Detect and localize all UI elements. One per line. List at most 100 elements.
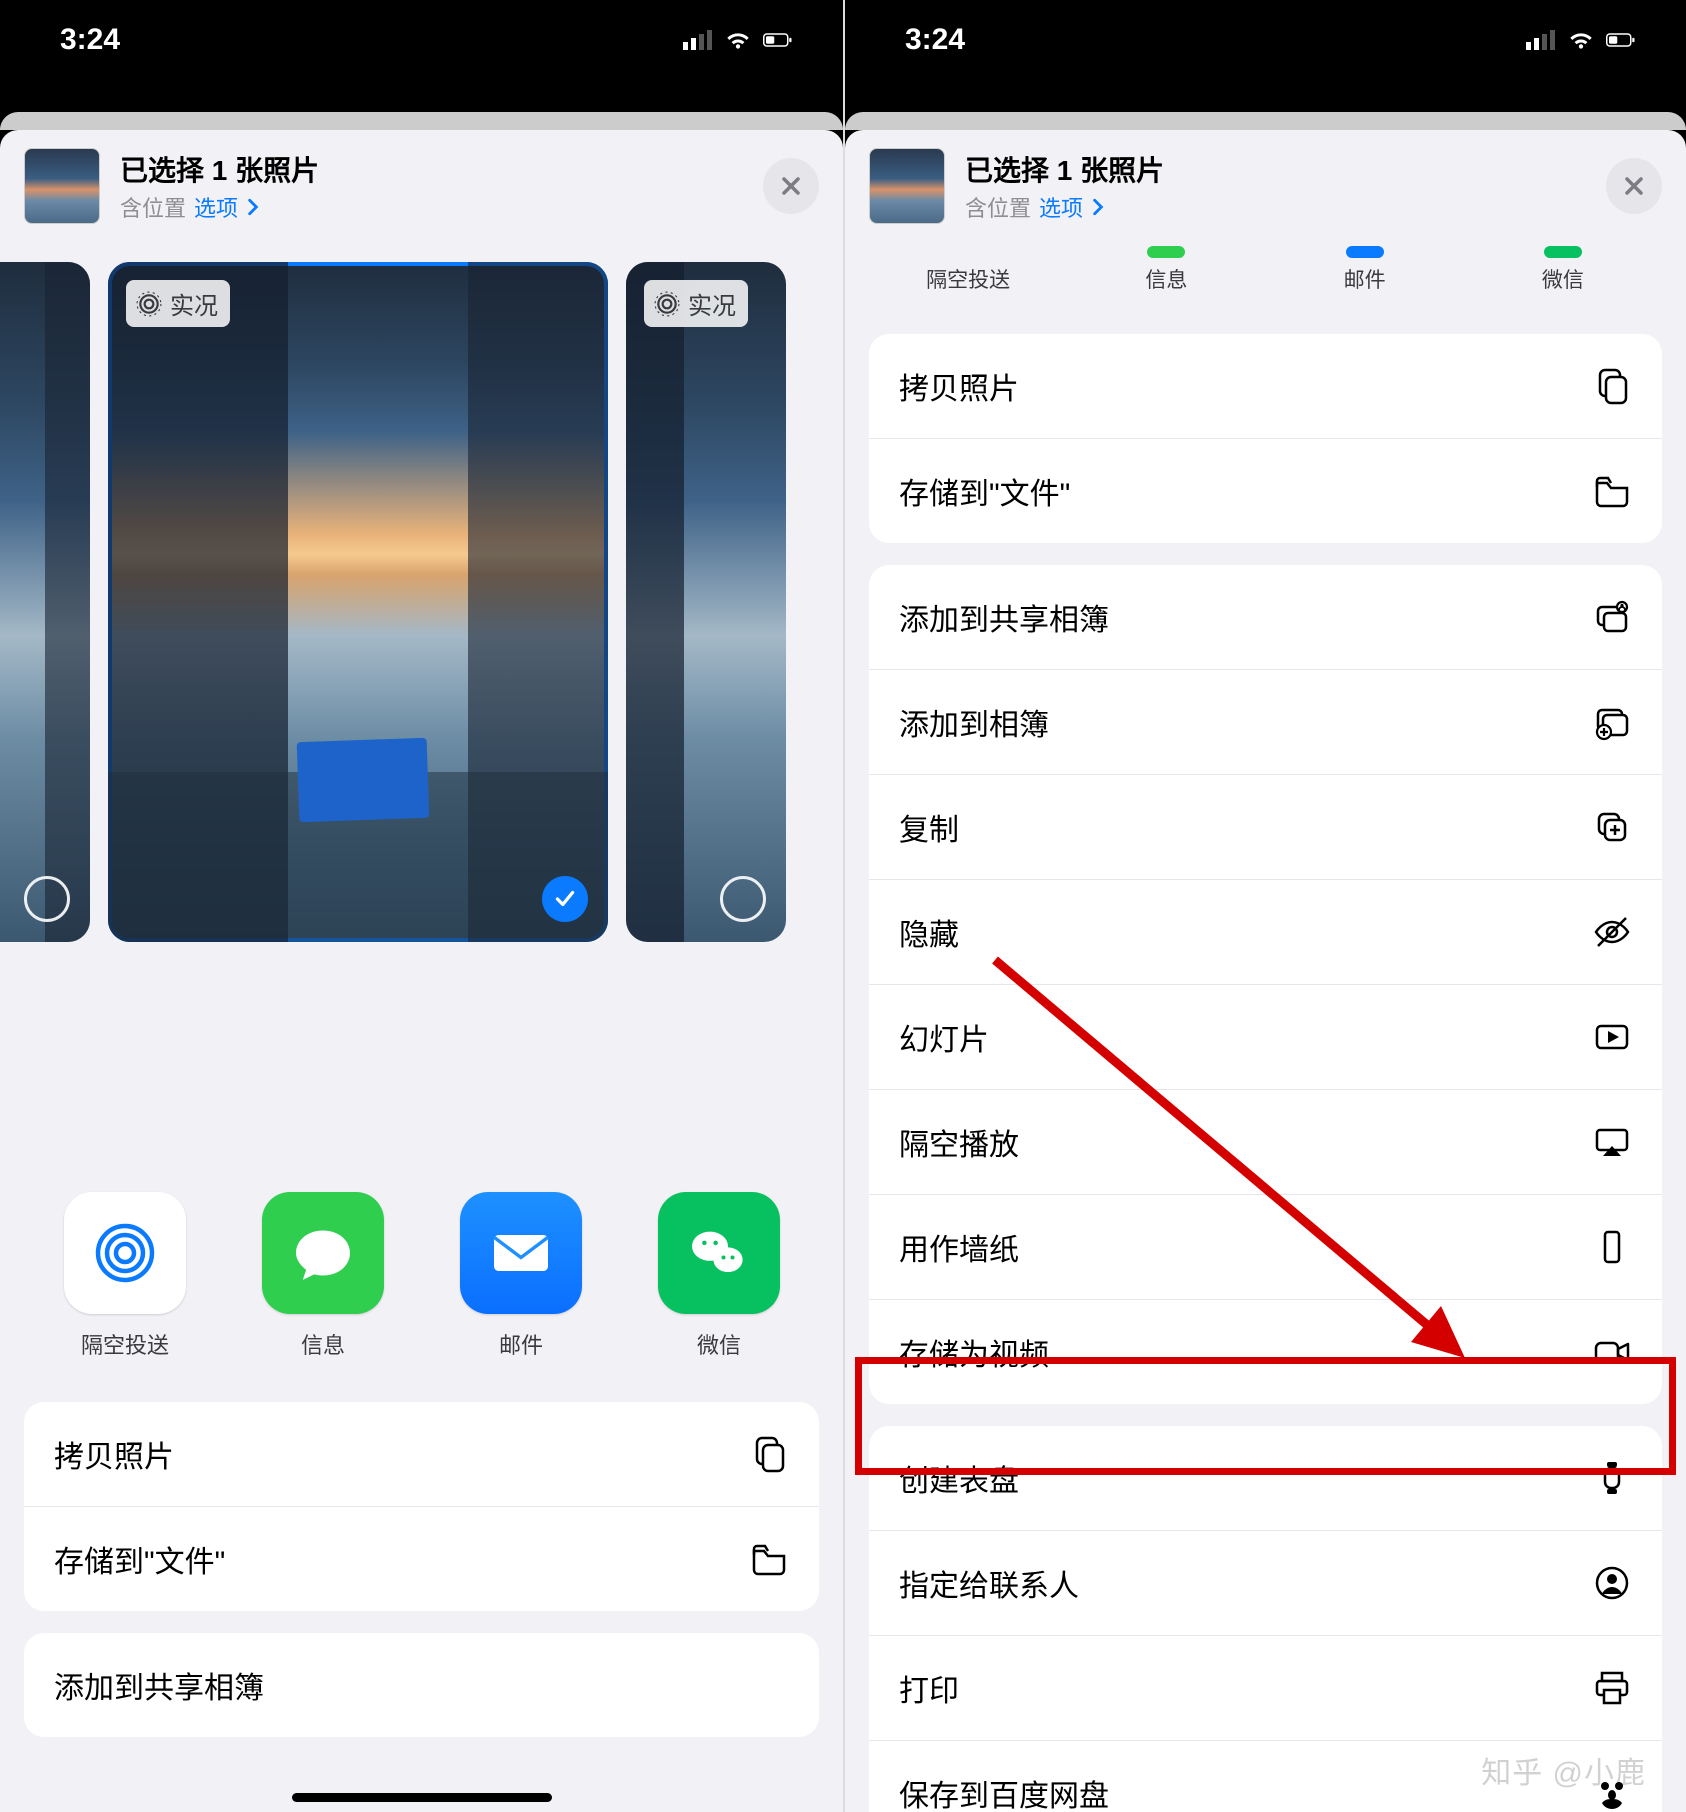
action-watch[interactable]: 创建表盘 <box>869 1426 1662 1530</box>
action-label: 拷贝照片 <box>54 1432 174 1476</box>
cellular-icon <box>1526 29 1556 51</box>
photo-card-next[interactable]: 实况 <box>626 262 786 942</box>
photo-card-prev[interactable] <box>0 262 90 942</box>
share-other-app[interactable] <box>832 1192 843 1360</box>
phone-rect-icon <box>1592 1227 1632 1267</box>
live-badge-label: 实况 <box>688 286 736 321</box>
action-person[interactable]: 指定给联系人 <box>869 1530 1662 1635</box>
airplay-icon <box>1592 1122 1632 1162</box>
share-airdrop[interactable]: 隔空投送 <box>869 246 1067 294</box>
mail-icon <box>485 1217 557 1289</box>
action-save-to-files[interactable]: 存储到"文件" <box>24 1506 819 1611</box>
battery-icon <box>1606 29 1636 51</box>
copy-icon <box>749 1434 789 1474</box>
share-mail[interactable]: 邮件 <box>1266 246 1464 294</box>
folder-icon <box>1592 471 1632 511</box>
eye-slash-icon <box>1592 912 1632 952</box>
photo-strip[interactable]: 实况 实况 <box>0 242 843 962</box>
select-indicator-checked[interactable] <box>542 876 588 922</box>
close-icon <box>779 174 803 198</box>
action-shared-album[interactable]: 添加到共享相簿 <box>869 565 1662 669</box>
header-sub-prefix: 含位置 <box>120 191 186 223</box>
status-bar: 3:24 <box>0 0 843 80</box>
options-link[interactable]: 选项 <box>194 191 238 223</box>
watch-icon <box>1592 1458 1632 1498</box>
share-messages[interactable]: 信息 <box>238 1192 408 1360</box>
status-icons <box>1526 29 1636 51</box>
share-app-row[interactable]: 隔空投送 信息 邮件 微信 <box>0 1162 843 1380</box>
action-album-add[interactable]: 添加到相簿 <box>869 669 1662 774</box>
chevron-right-icon <box>1091 198 1105 216</box>
live-icon <box>654 291 680 317</box>
share-messages-label: 信息 <box>1145 269 1187 292</box>
action-label: 添加到共享相簿 <box>54 1663 264 1707</box>
action-airplay[interactable]: 隔空播放 <box>869 1089 1662 1194</box>
share-mail[interactable]: 邮件 <box>436 1192 606 1360</box>
photo-card-selected[interactable]: 实况 <box>108 262 608 942</box>
share-wechat-label: 微信 <box>1542 269 1584 292</box>
share-app-row-mini[interactable]: 隔空投送 信息 邮件 微信 <box>845 242 1686 312</box>
action-label: 隐藏 <box>899 910 959 954</box>
cellular-icon <box>683 29 713 51</box>
header-subtitle[interactable]: 含位置 选项 <box>965 191 1586 223</box>
action-eye-slash[interactable]: 隐藏 <box>869 879 1662 984</box>
home-indicator[interactable] <box>292 1793 552 1802</box>
wechat-icon <box>683 1217 755 1289</box>
action-label: 用作墙纸 <box>899 1225 1019 1269</box>
live-icon <box>136 291 162 317</box>
share-wechat[interactable]: 微信 <box>1464 246 1662 294</box>
action-video[interactable]: 存储为视频 <box>869 1299 1662 1404</box>
status-bar: 3:24 <box>845 0 1686 80</box>
share-wechat[interactable]: 微信 <box>634 1192 804 1360</box>
messages-icon <box>287 1217 359 1289</box>
close-button[interactable] <box>763 158 819 214</box>
wifi-icon <box>1566 29 1596 51</box>
close-button[interactable] <box>1606 158 1662 214</box>
action-label: 存储到"文件" <box>54 1537 225 1581</box>
header-title: 已选择 1 张照片 <box>120 149 743 189</box>
duplicate-icon <box>1592 807 1632 847</box>
select-indicator[interactable] <box>24 876 70 922</box>
share-mail-label: 邮件 <box>436 1328 606 1360</box>
action-label: 添加到相簿 <box>899 700 1049 744</box>
action-label: 拷贝照片 <box>899 364 1019 408</box>
action-copy-photo[interactable]: 拷贝照片 <box>24 1402 819 1506</box>
share-messages[interactable]: 信息 <box>1067 246 1265 294</box>
share-mail-label: 邮件 <box>1344 269 1386 292</box>
action-label: 幻灯片 <box>899 1015 989 1059</box>
airdrop-icon <box>89 1217 161 1289</box>
options-link[interactable]: 选项 <box>1039 191 1083 223</box>
action-label: 创建表盘 <box>899 1456 1019 1500</box>
share-airdrop[interactable]: 隔空投送 <box>40 1192 210 1360</box>
header-title: 已选择 1 张照片 <box>965 149 1586 189</box>
action-label: 复制 <box>899 805 959 849</box>
action-phone-rect[interactable]: 用作墙纸 <box>869 1194 1662 1299</box>
header-subtitle[interactable]: 含位置 选项 <box>120 191 743 223</box>
action-label: 保存到百度网盘 <box>899 1771 1109 1812</box>
battery-icon <box>763 29 793 51</box>
action-group-1: 拷贝照片 存储到"文件" <box>24 1402 819 1611</box>
action-duplicate[interactable]: 复制 <box>869 774 1662 879</box>
action-play-rect[interactable]: 幻灯片 <box>869 984 1662 1089</box>
status-time: 3:24 <box>60 23 120 57</box>
action-copy[interactable]: 拷贝照片 <box>869 334 1662 438</box>
share-wechat-label: 微信 <box>634 1328 804 1360</box>
share-messages-label: 信息 <box>238 1328 408 1360</box>
share-header: 已选择 1 张照片 含位置 选项 <box>845 130 1686 242</box>
share-airdrop-label: 隔空投送 <box>40 1328 210 1360</box>
status-icons <box>683 29 793 51</box>
album-add-icon <box>1592 702 1632 742</box>
checkmark-icon <box>552 886 578 912</box>
header-sub-prefix: 含位置 <box>965 191 1031 223</box>
action-label: 存储到"文件" <box>899 469 1070 513</box>
action-label: 指定给联系人 <box>899 1561 1079 1605</box>
chevron-right-icon <box>246 198 260 216</box>
status-time: 3:24 <box>905 23 965 57</box>
folder-icon <box>749 1539 789 1579</box>
select-indicator[interactable] <box>720 876 766 922</box>
action-printer[interactable]: 打印 <box>869 1635 1662 1740</box>
action-add-shared-album[interactable]: 添加到共享相簿 <box>24 1633 819 1737</box>
person-icon <box>1592 1563 1632 1603</box>
action-folder[interactable]: 存储到"文件" <box>869 438 1662 543</box>
wifi-icon <box>723 29 753 51</box>
